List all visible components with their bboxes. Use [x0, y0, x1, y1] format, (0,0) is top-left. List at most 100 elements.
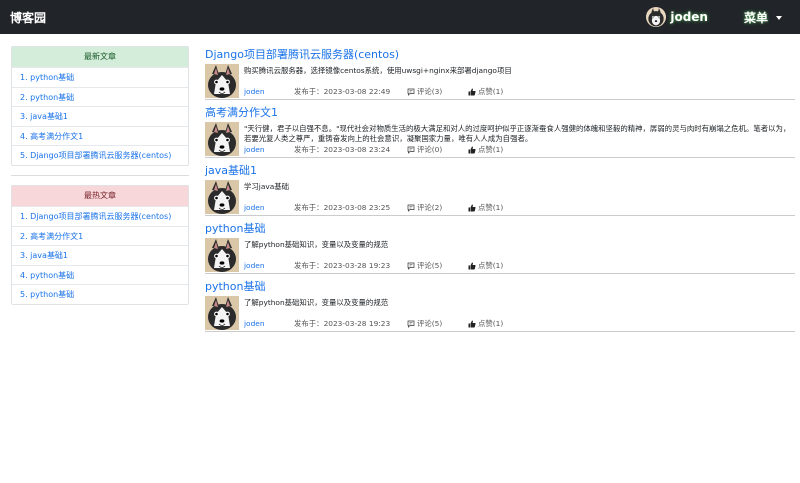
post-content: 学习java基础 joden 发布于：2023-03-08 23:25 评论(2…	[244, 180, 795, 214]
like-count: 点赞(1)	[478, 145, 504, 154]
comment-count: 评论(0)	[417, 145, 443, 154]
menu-dropdown[interactable]: 菜单	[744, 9, 782, 26]
post-date: 发布于：2023-03-08 23:25	[294, 203, 391, 212]
post-meta: joden 发布于：2023-03-28 19:23 评论(5) 点赞(1)	[244, 260, 795, 272]
sidebar: 最新文章 1. python基础 2. python基础 3. java基础1 …	[11, 46, 189, 314]
comment-icon	[407, 262, 415, 270]
post-content: 了解python基础知识，变量以及变量的规范 joden 发布于：2023-03…	[244, 296, 795, 330]
comment-icon	[407, 320, 415, 328]
brand-logo[interactable]: 博客园	[10, 9, 46, 26]
post-likes[interactable]: 点赞(1)	[468, 260, 503, 271]
post-likes[interactable]: 点赞(1)	[468, 202, 503, 213]
author-avatar[interactable]	[205, 122, 239, 156]
post-date: 发布于：2023-03-08 23:24	[294, 145, 391, 154]
post-body: 了解python基础知识，变量以及变量的规范 joden 发布于：2023-03…	[205, 238, 795, 272]
sidebar-divider	[11, 174, 189, 176]
post-comments[interactable]: 评论(3)	[407, 86, 468, 97]
thumbs-up-icon	[468, 320, 476, 327]
post-content: "天行健，君子以自强不息。"现代社会对物质生活的极大满足和对人的过度呵护似乎正逐…	[244, 122, 795, 156]
latest-article-link[interactable]: 3. java基础1	[12, 106, 188, 126]
latest-article-link[interactable]: 2. python基础	[12, 86, 188, 107]
like-count: 点赞(1)	[478, 203, 504, 212]
comment-count: 评论(5)	[417, 319, 443, 328]
like-count: 点赞(1)	[478, 319, 504, 328]
post-comments[interactable]: 评论(0)	[407, 144, 468, 155]
comment-icon	[407, 88, 415, 96]
like-count: 点赞(1)	[478, 261, 504, 270]
latest-article-link[interactable]: 5. Django项目部署腾讯云服务器(centos)	[12, 145, 188, 165]
post-item: java基础1 学习java基础 joden 发布于：2023-03-08 23…	[205, 162, 795, 216]
hottest-article-link[interactable]: 1. Django项目部署腾讯云服务器(centos)	[12, 205, 188, 226]
comment-icon	[407, 146, 415, 154]
comment-count: 评论(5)	[417, 261, 443, 270]
post-item: 高考满分作文1 "天行健，君子以自强不息。"现代社会对物质生活的极大满足和对人的…	[205, 104, 795, 158]
hottest-article-link[interactable]: 4. python基础	[12, 264, 188, 285]
user-avatar[interactable]	[646, 7, 667, 27]
post-title[interactable]: Django项目部署腾讯云服务器(centos)	[205, 46, 795, 64]
post-summary: 了解python基础知识，变量以及变量的规范	[244, 240, 389, 249]
post-title[interactable]: 高考满分作文1	[205, 104, 795, 122]
post-item: Django项目部署腾讯云服务器(centos) 购买腾讯云服务器，选择镜像ce…	[205, 46, 795, 100]
author-avatar[interactable]	[205, 238, 239, 272]
author-avatar[interactable]	[205, 180, 239, 214]
post-body: 了解python基础知识，变量以及变量的规范 joden 发布于：2023-03…	[205, 296, 795, 330]
post-meta: joden 发布于：2023-03-08 22:49 评论(3) 点赞(1)	[244, 86, 795, 98]
hottest-article-link[interactable]: 5. python基础	[12, 284, 188, 304]
post-item: python基础 了解python基础知识，变量以及变量的规范 joden 发布…	[205, 220, 795, 274]
comment-count: 评论(3)	[417, 87, 443, 96]
post-meta: joden 发布于：2023-03-08 23:25 评论(2) 点赞(1)	[244, 202, 795, 214]
latest-article-link[interactable]: 1. python基础	[12, 67, 188, 87]
post-comments[interactable]: 评论(5)	[407, 260, 468, 271]
navbar-right: joden 菜单	[646, 0, 782, 34]
post-title[interactable]: python基础	[205, 278, 795, 296]
hottest-article-link[interactable]: 2. 高考满分作文1	[12, 225, 188, 246]
hottest-article-link[interactable]: 3. java基础1	[12, 245, 188, 265]
post-date: 发布于：2023-03-28 19:23	[294, 261, 391, 270]
post-author[interactable]: joden	[244, 145, 294, 154]
post-summary: 了解python基础知识，变量以及变量的规范	[244, 298, 389, 307]
post-author[interactable]: joden	[244, 319, 294, 328]
post-title[interactable]: java基础1	[205, 162, 795, 180]
thumbs-up-icon	[468, 88, 476, 95]
hottest-articles-card: 最热文章 1. Django项目部署腾讯云服务器(centos) 2. 高考满分…	[11, 184, 189, 305]
post-item: python基础 了解python基础知识，变量以及变量的规范 joden 发布…	[205, 278, 795, 332]
chevron-down-icon[interactable]	[776, 15, 782, 20]
menu-label[interactable]: 菜单	[744, 9, 768, 26]
hottest-articles-header: 最热文章	[12, 185, 188, 206]
post-content: 了解python基础知识，变量以及变量的规范 joden 发布于：2023-03…	[244, 238, 795, 272]
post-author[interactable]: joden	[244, 203, 294, 212]
post-comments[interactable]: 评论(2)	[407, 202, 468, 213]
post-content: 购买腾讯云服务器，选择镜像centos系统，使用uwsgi+nginx来部署dj…	[244, 64, 795, 98]
post-body: 购买腾讯云服务器，选择镜像centos系统，使用uwsgi+nginx来部署dj…	[205, 64, 795, 98]
post-body: "天行健，君子以自强不息。"现代社会对物质生活的极大满足和对人的过度呵护似乎正逐…	[205, 122, 795, 156]
post-meta: joden 发布于：2023-03-08 23:24 评论(0) 点赞(1)	[244, 144, 795, 156]
post-likes[interactable]: 点赞(1)	[468, 86, 503, 97]
post-author[interactable]: joden	[244, 87, 294, 96]
author-avatar[interactable]	[205, 64, 239, 98]
post-summary: 学习java基础	[244, 182, 290, 191]
post-summary: "天行健，君子以自强不息。"现代社会对物质生活的极大满足和对人的过度呵护似乎正逐…	[244, 124, 791, 143]
like-count: 点赞(1)	[478, 87, 504, 96]
post-list: Django项目部署腾讯云服务器(centos) 购买腾讯云服务器，选择镜像ce…	[205, 46, 795, 336]
latest-articles-header: 最新文章	[12, 47, 188, 67]
post-meta: joden 发布于：2023-03-28 19:23 评论(5) 点赞(1)	[244, 318, 795, 330]
thumbs-up-icon	[468, 204, 476, 211]
comment-icon	[407, 204, 415, 212]
comment-count: 评论(2)	[417, 203, 443, 212]
post-likes[interactable]: 点赞(1)	[468, 144, 503, 155]
author-avatar[interactable]	[205, 296, 239, 330]
latest-articles-card: 最新文章 1. python基础 2. python基础 3. java基础1 …	[11, 46, 189, 166]
thumbs-up-icon	[468, 262, 476, 269]
post-summary: 购买腾讯云服务器，选择镜像centos系统，使用uwsgi+nginx来部署dj…	[244, 66, 512, 75]
post-author[interactable]: joden	[244, 261, 294, 270]
user-profile[interactable]: joden	[646, 7, 708, 27]
post-comments[interactable]: 评论(5)	[407, 318, 468, 329]
top-navbar: 博客园 joden 菜单	[0, 0, 800, 34]
post-body: 学习java基础 joden 发布于：2023-03-08 23:25 评论(2…	[205, 180, 795, 214]
latest-article-link[interactable]: 4. 高考满分作文1	[12, 125, 188, 146]
post-likes[interactable]: 点赞(1)	[468, 318, 503, 329]
user-name[interactable]: joden	[670, 10, 708, 24]
thumbs-up-icon	[468, 146, 476, 153]
post-date: 发布于：2023-03-08 22:49	[294, 87, 391, 96]
post-title[interactable]: python基础	[205, 220, 795, 238]
